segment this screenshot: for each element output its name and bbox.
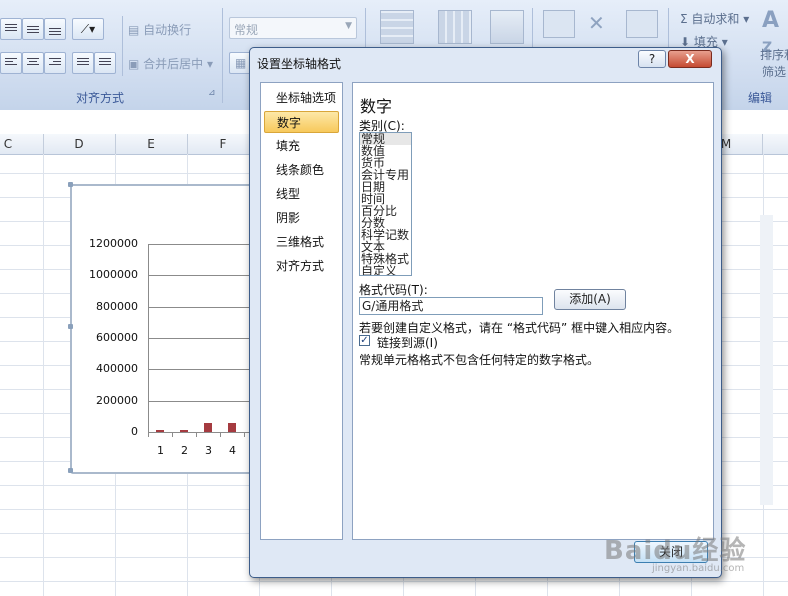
format-axis-dialog: 设置坐标轴格式 ? X 坐标轴选项 数字 填充 线条颜色 线型 阴影 三维格式 … <box>249 47 722 578</box>
number-panel: 数字 类别(C): 常规 数值 货币 会计专用 日期 时间 百分比 分数 科学记… <box>352 82 714 540</box>
help-button[interactable]: ? <box>638 50 666 68</box>
insert-cells-icon[interactable] <box>543 10 575 38</box>
column-header-c[interactable]: C <box>0 137 16 151</box>
y-tick-label: 800000 <box>96 299 138 313</box>
format-as-table-icon[interactable] <box>438 10 472 44</box>
decrease-indent-icon <box>77 58 89 67</box>
autosum-button[interactable]: Σ 自动求和 ▾ <box>680 10 749 27</box>
sort-filter-label-2[interactable]: 筛选 <box>762 63 786 80</box>
resize-handle[interactable] <box>68 324 73 329</box>
vertical-scrollbar[interactable] <box>760 215 773 505</box>
x-tick-label: 2 <box>181 444 188 457</box>
help-icon: ? <box>648 52 656 66</box>
align-center-icon <box>27 58 39 67</box>
format-code-input[interactable]: G/通用格式 <box>359 297 543 315</box>
format-code-label: 格式代码(T): <box>359 283 428 297</box>
merge-center-icon: ▣ <box>128 57 144 71</box>
align-left-icon <box>5 58 17 67</box>
close-icon[interactable]: X <box>668 50 712 68</box>
align-middle-button[interactable] <box>22 18 44 40</box>
dialog-launcher-icon[interactable]: ⊿ <box>208 88 216 98</box>
ribbon-separator <box>122 16 123 76</box>
bar[interactable] <box>228 423 236 432</box>
orientation-button[interactable]: ⟋▾ <box>72 18 104 40</box>
chart-area[interactable]: 1200000 1000000 800000 600000 400000 200000 0 1… <box>68 182 270 474</box>
edit-group-label: 编辑 <box>747 91 772 105</box>
watermark-url: jingyan.baidu.com <box>652 563 745 574</box>
bar[interactable] <box>180 430 188 432</box>
sigma-icon: Σ <box>680 12 688 26</box>
nav-line-style[interactable]: 线型 <box>264 183 339 205</box>
bar[interactable] <box>204 422 212 432</box>
x-tick-label: 3 <box>205 444 212 457</box>
align-right-button[interactable] <box>44 52 66 74</box>
nav-line-color[interactable]: 线条颜色 <box>264 159 339 181</box>
resize-handle[interactable] <box>68 468 73 473</box>
chart-plot: 1200000 1000000 800000 600000 400000 200000 0 1… <box>72 186 268 472</box>
number-format-dropdown[interactable]: 常规 ▼ <box>229 17 357 39</box>
align-center-button[interactable] <box>22 52 44 74</box>
column-header-e[interactable]: E <box>115 137 187 151</box>
y-tick-label: 1000000 <box>89 268 138 282</box>
y-tick-label: 600000 <box>96 331 138 344</box>
decrease-indent-button[interactable] <box>72 52 94 74</box>
y-tick-label: 200000 <box>96 393 138 407</box>
format-cells-icon[interactable] <box>626 10 658 38</box>
align-top-button[interactable] <box>0 18 22 40</box>
resize-handle[interactable] <box>68 182 73 187</box>
align-bottom-icon <box>49 28 61 37</box>
x-tick-mark <box>244 432 245 437</box>
delete-cells-icon[interactable]: ✕ <box>588 10 614 36</box>
increase-indent-button[interactable] <box>94 52 116 74</box>
nav-number[interactable]: 数字 <box>264 111 339 133</box>
link-source-label[interactable]: 链接到源(I) <box>377 334 438 351</box>
category-item[interactable]: 自定义 <box>360 265 411 275</box>
nav-alignment[interactable]: 对齐方式 <box>264 255 339 277</box>
add-button[interactable]: 添加(A) <box>554 289 626 310</box>
x-tick-mark <box>196 432 197 437</box>
link-source-checkbox[interactable]: ✓ <box>359 335 370 346</box>
align-top-icon <box>5 24 17 33</box>
column-header-d[interactable]: D <box>43 137 115 151</box>
x-tick-mark <box>172 432 173 437</box>
x-tick-mark <box>220 432 221 437</box>
chevron-down-icon: ▼ <box>345 21 352 31</box>
y-tick-label: 400000 <box>96 362 138 376</box>
section-title: 数字 <box>360 97 393 116</box>
dialog-title: 设置坐标轴格式 <box>257 57 342 71</box>
wrap-text-icon: ▤ <box>128 23 144 37</box>
currency-icon: ▦ <box>235 56 247 70</box>
nav-fill[interactable]: 填充 <box>264 135 339 157</box>
align-middle-icon <box>27 26 39 35</box>
bar[interactable] <box>156 430 164 432</box>
nav-3d-format[interactable]: 三维格式 <box>264 231 339 253</box>
nav-axis-options[interactable]: 坐标轴选项 <box>264 87 339 109</box>
conditional-format-icon[interactable] <box>380 10 414 44</box>
format-description: 常规单元格格式不包含任何特定的数字格式。 <box>359 353 600 367</box>
alignment-group-label: 对齐方式 <box>75 91 124 105</box>
merge-center-button[interactable]: ▣ 合并后居中 ▾ <box>128 55 213 72</box>
category-nav: 坐标轴选项 数字 填充 线条颜色 线型 阴影 三维格式 对齐方式 <box>260 82 343 540</box>
x-tick-label: 4 <box>229 444 236 457</box>
sort-filter-label-1[interactable]: 排序和 <box>760 46 788 63</box>
cell-styles-icon[interactable] <box>490 10 524 44</box>
orientation-icon: ⟋▾ <box>80 22 96 36</box>
watermark-logo: Baidu经验 <box>604 536 747 566</box>
currency-button[interactable]: ▦ <box>229 52 251 74</box>
category-list[interactable]: 常规 数值 货币 会计专用 日期 时间 百分比 分数 科学记数 文本 特殊格式 … <box>359 132 412 276</box>
x-tick-label: 1 <box>157 444 164 457</box>
y-tick-label: 0 <box>131 425 138 438</box>
y-axis <box>148 244 149 437</box>
nav-shadow[interactable]: 阴影 <box>264 207 339 229</box>
align-right-icon <box>49 58 61 67</box>
increase-indent-icon <box>99 58 111 67</box>
y-tick-label: 1200000 <box>89 237 138 250</box>
ribbon-separator <box>222 8 223 103</box>
align-left-button[interactable] <box>0 52 22 74</box>
align-bottom-button[interactable] <box>44 18 66 40</box>
wrap-text-button[interactable]: ▤ 自动换行 <box>128 21 191 38</box>
